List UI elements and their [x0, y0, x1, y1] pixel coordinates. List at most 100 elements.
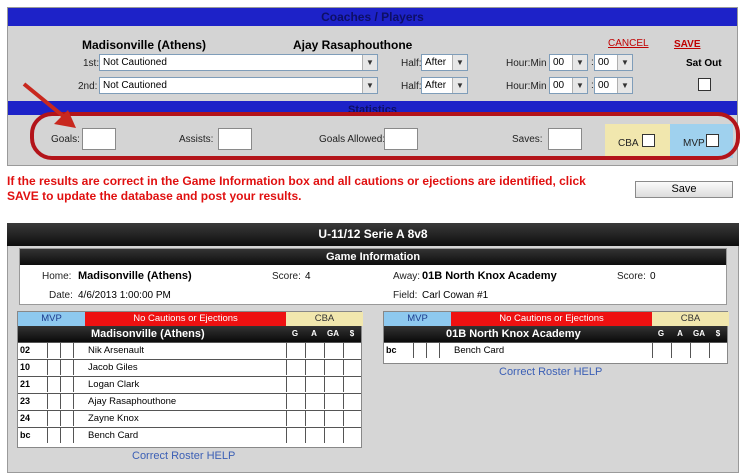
table-row[interactable]: bc Bench Card — [384, 342, 727, 358]
second-caution-value: Not Cautioned — [103, 80, 167, 91]
annotation-arrow-icon — [22, 82, 76, 128]
check-cell — [47, 360, 48, 375]
caution-cell — [439, 343, 440, 358]
player-name: Ajay Rasaphouthone — [88, 396, 177, 407]
player-number: 21 — [20, 379, 31, 389]
player-name: Jacob Giles — [88, 362, 138, 373]
stat-cell — [286, 343, 287, 358]
check-cell — [60, 360, 61, 375]
player-number: bc — [386, 345, 397, 355]
stat-cell — [324, 428, 325, 443]
away-roster-table: MVP No Cautions or Ejections CBA 01B Nor… — [383, 311, 729, 364]
table-row[interactable]: 21 Logan Clark — [18, 376, 361, 392]
first-caution-select[interactable]: Not Cautioned ▼ — [99, 54, 378, 71]
second-min-select[interactable]: 00 ▼ — [594, 77, 633, 94]
away-no-cautions-header: No Cautions or Ejections — [451, 312, 652, 326]
check-cell — [60, 377, 61, 392]
caution-cell — [73, 377, 74, 392]
stat-cell — [286, 428, 287, 443]
first-half-value: After — [425, 57, 447, 68]
caution-cell — [73, 411, 74, 426]
game-information-box: Game Information Home: Madisonville (Ath… — [19, 248, 727, 305]
caution-cell — [73, 394, 74, 409]
game-date: 4/6/2013 1:00:00 PM — [78, 290, 171, 301]
player-number: 24 — [20, 413, 31, 423]
check-cell — [60, 343, 61, 358]
sat-out-checkbox[interactable] — [698, 78, 711, 91]
player-name: Logan Clark — [88, 379, 140, 390]
annotation-oval — [30, 112, 740, 160]
stat-cell — [286, 360, 287, 375]
instruction-message: If the results are correct in the Game I… — [7, 174, 586, 203]
col-s: $ — [715, 329, 721, 338]
stat-cell — [343, 394, 344, 409]
player-number: 10 — [20, 362, 31, 372]
caution-cell — [73, 360, 74, 375]
table-row[interactable]: 24 Zayne Knox — [18, 410, 361, 426]
home-cba-header: CBA — [286, 312, 363, 326]
home-score-label: Score: — [272, 271, 301, 282]
away-score-label: Score: — [617, 271, 646, 282]
stat-cell — [305, 411, 306, 426]
check-cell — [60, 428, 61, 443]
check-cell — [413, 343, 414, 358]
away-roster-title: 01B North Knox Academy G A GA $ — [384, 326, 727, 342]
chevron-down-icon: ▼ — [452, 78, 467, 93]
check-cell — [47, 411, 48, 426]
stat-cell — [343, 377, 344, 392]
table-row[interactable]: 02 Nik Arsenault — [18, 342, 361, 358]
first-hour-select[interactable]: 00 ▼ — [549, 54, 588, 71]
away-label: Away: — [393, 271, 421, 282]
first-caution-label: 1st: — [83, 58, 100, 69]
field-name: Carl Cowan #1 — [422, 290, 489, 301]
check-cell — [60, 411, 61, 426]
cancel-link[interactable]: CANCEL — [608, 38, 649, 49]
first-min-select[interactable]: 00 ▼ — [594, 54, 633, 71]
second-caution-select[interactable]: Not Cautioned ▼ — [99, 77, 378, 94]
away-mvp-header: MVP — [384, 312, 451, 326]
caution-cell — [73, 428, 74, 443]
chevron-down-icon: ▼ — [362, 55, 377, 70]
stat-cell — [324, 377, 325, 392]
caution-cell — [73, 343, 74, 358]
first-min-value: 00 — [598, 57, 610, 68]
col-g: G — [291, 329, 299, 338]
stat-cell — [286, 394, 287, 409]
check-cell — [47, 377, 48, 392]
stat-cell — [305, 394, 306, 409]
game-information-header: Game Information — [20, 249, 726, 265]
col-a: A — [677, 329, 683, 338]
home-roster-help-link[interactable]: Correct Roster HELP — [132, 450, 235, 462]
stat-cell — [286, 411, 287, 426]
table-row[interactable]: 23 Ajay Rasaphouthone — [18, 393, 361, 409]
col-g: G — [657, 329, 665, 338]
first-half-select[interactable]: After ▼ — [421, 54, 468, 71]
stat-cell — [324, 343, 325, 358]
player-number: 02 — [20, 345, 31, 355]
sat-out-label: Sat Out — [686, 58, 722, 69]
check-cell — [47, 428, 48, 443]
chevron-down-icon: ▼ — [617, 78, 632, 93]
check-cell — [47, 343, 48, 358]
col-ga: GA — [693, 329, 705, 338]
division-title: U-11/12 Serie A 8v8 — [7, 223, 739, 246]
date-label: Date: — [49, 290, 73, 301]
player-name: Zayne Knox — [88, 413, 139, 424]
save-button[interactable]: Save — [635, 181, 733, 198]
home-no-cautions-header: No Cautions or Ejections — [85, 312, 286, 326]
away-score: 0 — [650, 271, 656, 282]
home-mvp-header: MVP — [18, 312, 85, 326]
stat-cell — [305, 428, 306, 443]
stat-cell — [324, 360, 325, 375]
col-ga: GA — [327, 329, 339, 338]
stat-cell — [305, 377, 306, 392]
second-min-value: 00 — [598, 80, 610, 91]
second-half-label: Half: — [401, 81, 422, 92]
second-hour-select[interactable]: 00 ▼ — [549, 77, 588, 94]
save-link[interactable]: SAVE — [674, 39, 701, 50]
table-row[interactable]: 10 Jacob Giles — [18, 359, 361, 375]
table-row[interactable]: bc Bench Card — [18, 427, 361, 443]
stat-cell — [709, 343, 710, 358]
second-half-select[interactable]: After ▼ — [421, 77, 468, 94]
away-roster-help-link[interactable]: Correct Roster HELP — [499, 366, 602, 378]
